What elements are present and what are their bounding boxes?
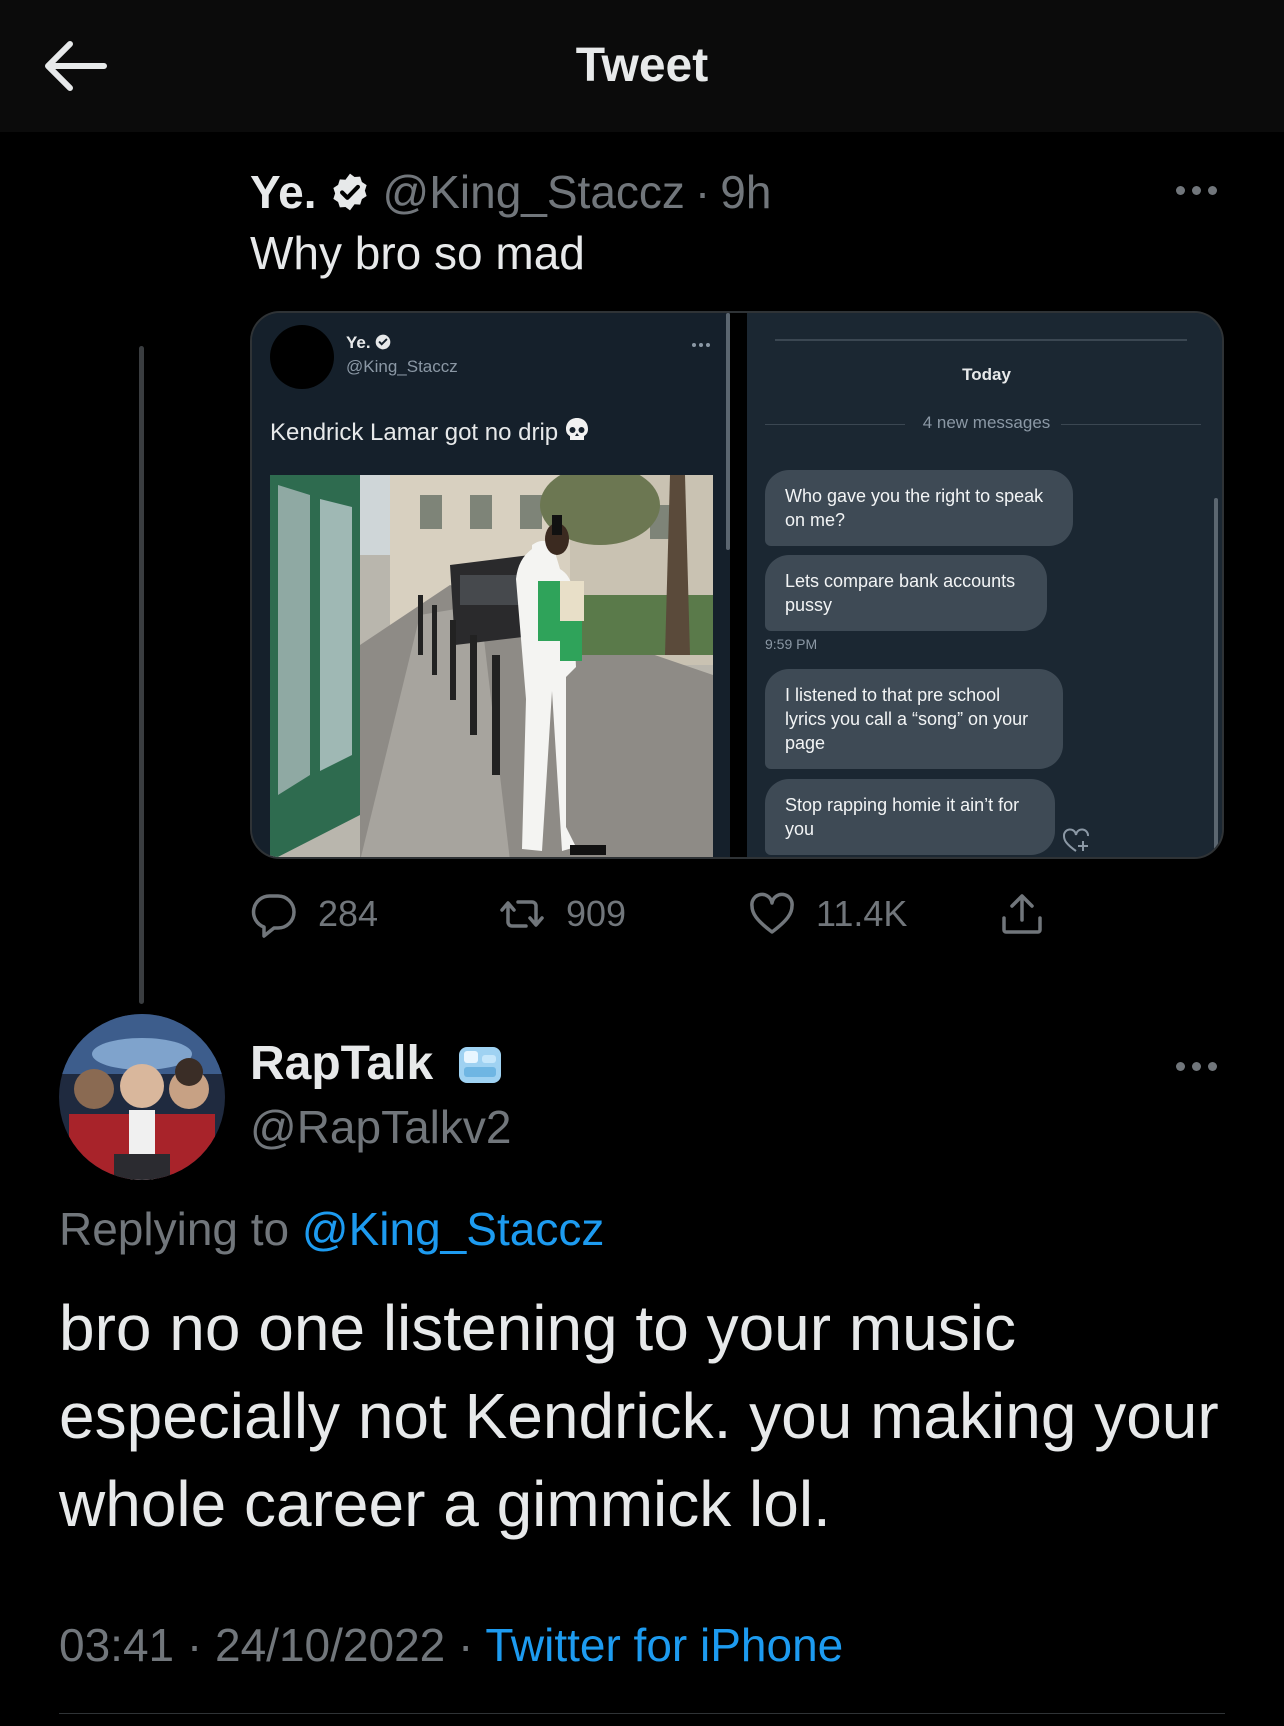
reply-count: 284: [318, 893, 379, 934]
heart-icon: [750, 892, 794, 934]
tweet-date: 24/10/2022: [215, 1619, 446, 1671]
like-count: 11.4K: [816, 893, 908, 934]
verified-badge-icon: [332, 173, 367, 211]
heart-plus-icon: [1063, 828, 1089, 852]
retweet-icon: [500, 900, 544, 928]
street-photo: [270, 475, 713, 857]
parent-tweet-header: Ye. @King_Staccz · 9h: [250, 164, 771, 220]
skull-emoji-icon: [566, 418, 589, 443]
verified-badge-icon: [375, 334, 390, 350]
panel-divider: [730, 313, 747, 857]
screenshot-author-name: Ye.: [346, 333, 391, 353]
top-bar: Tweet: [0, 0, 1284, 132]
avatar: [270, 325, 334, 389]
reply-author-name[interactable]: RapTalk: [250, 1036, 505, 1091]
new-messages-label: 4 new messages: [922, 413, 1051, 432]
more-options-icon[interactable]: [1176, 186, 1217, 195]
retweet-count: 909: [566, 893, 627, 934]
message-bubble: I listened to that pre school lyrics you…: [765, 669, 1063, 769]
screenshot-author-handle: @King_Staccz: [346, 357, 458, 376]
reply-button[interactable]: 284: [250, 886, 378, 942]
parent-author-handle[interactable]: @King_Staccz: [383, 165, 685, 219]
message-timestamp: 9:59 PM: [765, 636, 818, 652]
more-options-icon[interactable]: [1176, 1062, 1217, 1071]
message-bubble: Stop rapping homie it ain’t for you: [765, 779, 1055, 855]
separator-dot: ·: [694, 166, 711, 218]
share-button[interactable]: [998, 886, 1046, 942]
divider: [775, 339, 1187, 341]
parent-author-name[interactable]: Ye.: [250, 165, 317, 219]
avatar[interactable]: [59, 1014, 225, 1180]
message-bubble: Lets compare bank accounts pussy: [765, 555, 1047, 631]
retweet-button[interactable]: 909: [498, 886, 626, 942]
screenshot-tweet-text: Kendrick Lamar got no drip: [270, 417, 590, 447]
mention-link[interactable]: @King_Staccz: [302, 1203, 604, 1255]
like-button[interactable]: 11.4K: [748, 886, 907, 942]
parent-tweet-text: Why bro so mad: [250, 227, 585, 279]
divider: [59, 1713, 1225, 1714]
more-options-icon: [692, 343, 710, 347]
page-title: Tweet: [575, 39, 709, 92]
tweet-media-card[interactable]: Ye. @King_Staccz Kendrick Lamar got no d…: [250, 311, 1224, 859]
message-bubble: Who gave you the right to speak on me?: [765, 470, 1073, 546]
parent-tweet-time: 9h: [720, 166, 772, 218]
thread-connector-line: [139, 346, 144, 1004]
ice-cube-emoji-icon: [459, 1046, 502, 1083]
dm-date-label: Today: [962, 365, 1011, 384]
screenshot-tweet-panel: Ye. @King_Staccz Kendrick Lamar got no d…: [252, 313, 730, 857]
reply-tweet-text: bro no one listening to your music espec…: [59, 1292, 1219, 1540]
dm-screenshot-panel: Today 4 new messages Who gave you the ri…: [747, 313, 1222, 857]
tweet-time: 03:41: [59, 1619, 175, 1671]
reply-icon: [251, 894, 296, 938]
reply-author-handle[interactable]: @RapTalkv2: [250, 1100, 511, 1154]
replying-to-label: Replying to @King_Staccz: [59, 1203, 605, 1255]
share-icon: [1002, 894, 1042, 934]
tweet-source-link[interactable]: Twitter for iPhone: [485, 1619, 843, 1671]
tweet-metadata: 03:41 · 24/10/2022 · Twitter for iPhone: [59, 1619, 844, 1671]
scrollbar: [1214, 498, 1218, 854]
